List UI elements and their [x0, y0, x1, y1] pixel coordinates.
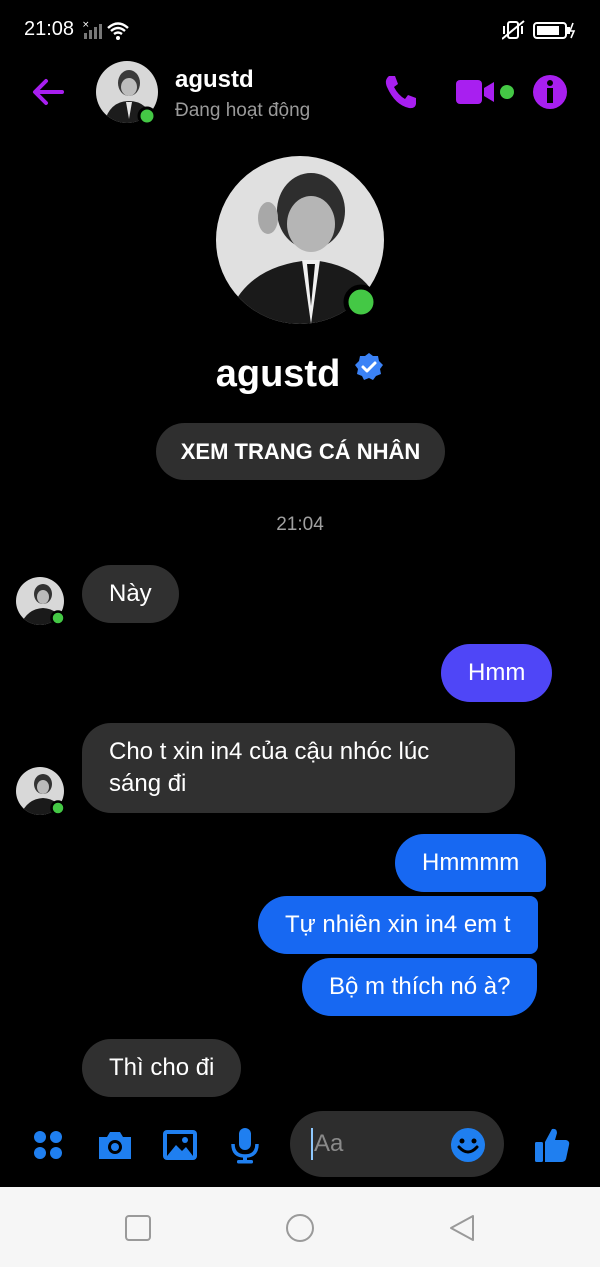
mic-icon[interactable] [225, 1125, 265, 1165]
sender-avatar[interactable] [16, 767, 66, 817]
view-profile-button[interactable]: XEM TRANG CÁ NHÂN [156, 423, 445, 480]
status-bar: 21:08 × [0, 0, 600, 60]
phone-icon[interactable] [380, 72, 420, 112]
message-bubble-outgoing[interactable]: Hmmmm [395, 834, 547, 892]
message-timestamp: 21:04 [276, 514, 324, 535]
message-bubble-incoming[interactable]: Này [82, 565, 179, 623]
message-bubble-outgoing[interactable]: Bộ m thích nó à? [302, 958, 538, 1016]
vibrate-battery-icon [502, 20, 576, 40]
verified-badge-icon [355, 353, 384, 380]
camera-icon[interactable] [95, 1125, 135, 1165]
message-input[interactable]: Aa [290, 1111, 504, 1177]
text-caret [311, 1128, 313, 1160]
apps-icon[interactable] [28, 1125, 68, 1165]
square-icon[interactable] [123, 1213, 153, 1243]
message-line: sáng đi [109, 770, 187, 797]
online-dot [137, 106, 157, 123]
message-bubble-outgoing[interactable]: Tự nhiên xin in4 em t [258, 896, 538, 954]
signal-wifi-icon: × [82, 20, 129, 40]
circle-icon[interactable] [285, 1213, 315, 1243]
profile-name: agustd [215, 353, 341, 395]
video-online-dot [500, 85, 514, 99]
status-time: 21:08 [24, 18, 75, 40]
header-avatar[interactable] [96, 61, 158, 123]
profile-online-dot [343, 284, 379, 320]
profile-name-row: agustd [0, 352, 600, 396]
system-nav-bar [0, 1187, 600, 1267]
composer-bar: Aa [0, 1105, 600, 1185]
message-bubble-incoming[interactable]: Cho t xin in4 của cậu nhóc lúc sáng đi [82, 723, 515, 813]
info-icon[interactable] [530, 72, 570, 112]
like-icon[interactable] [532, 1125, 572, 1165]
active-status: Đang hoạt động [175, 100, 311, 121]
back-arrow-icon[interactable] [28, 72, 68, 112]
message-placeholder: Aa [314, 1130, 344, 1157]
emoji-icon[interactable] [450, 1127, 486, 1163]
message-bubble-outgoing[interactable]: Hmm [441, 644, 553, 702]
message-bubble-incoming[interactable]: Thì cho đi [82, 1039, 242, 1097]
gallery-icon[interactable] [160, 1125, 200, 1165]
contact-name[interactable]: agustd [175, 66, 254, 94]
profile-avatar[interactable] [216, 156, 384, 324]
sender-avatar[interactable] [16, 577, 66, 627]
chat-header: agustd Đang hoạt động [0, 58, 600, 128]
back-triangle-icon[interactable] [447, 1213, 477, 1243]
message-line: Cho t xin in4 của cậu nhóc lúc [109, 738, 430, 765]
video-icon[interactable] [453, 72, 517, 112]
svg-text:×: × [82, 20, 90, 30]
